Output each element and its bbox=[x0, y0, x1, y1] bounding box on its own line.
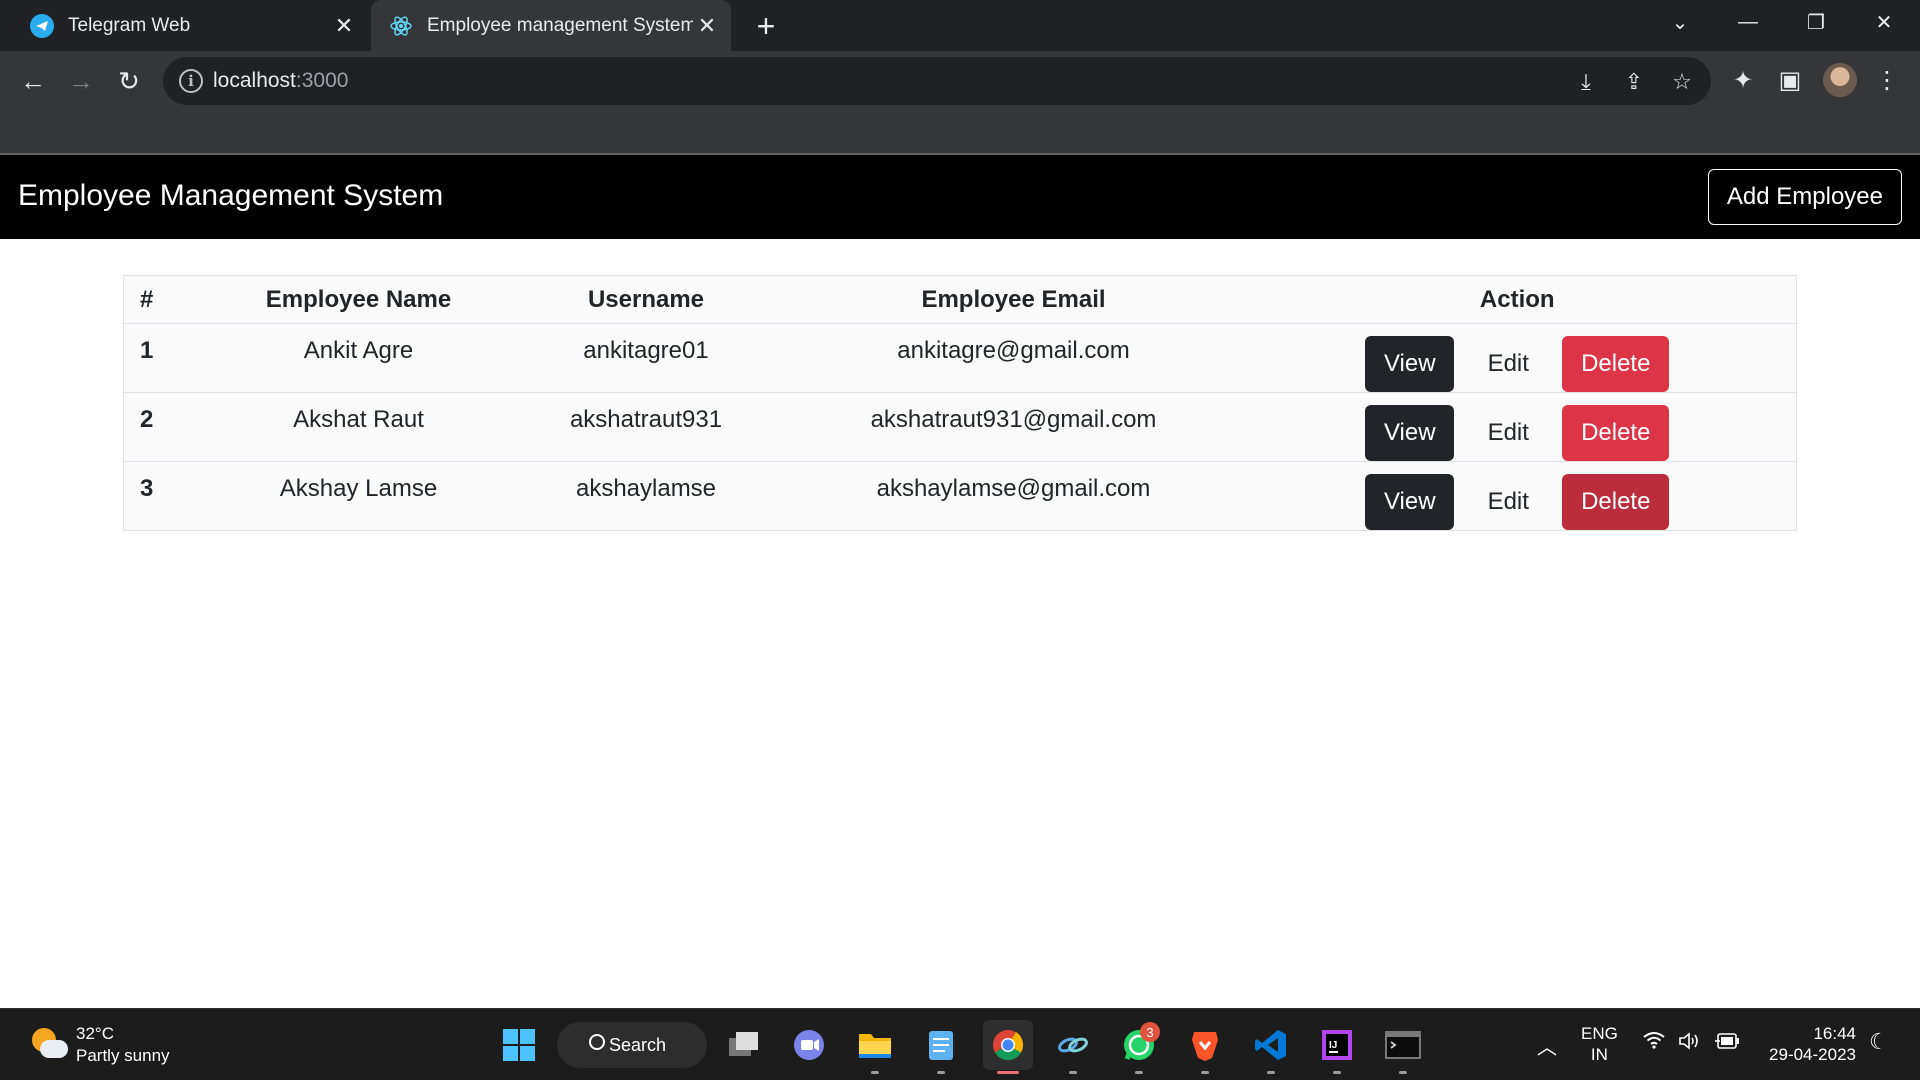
bookmark-star-icon[interactable]: ☆ bbox=[1669, 69, 1695, 95]
delete-button[interactable]: Delete bbox=[1562, 405, 1670, 461]
volume-icon[interactable] bbox=[1678, 1031, 1702, 1056]
view-button[interactable]: View bbox=[1365, 405, 1455, 461]
notepad-icon[interactable] bbox=[916, 1020, 966, 1074]
clock-date: 29-04-2023 bbox=[1769, 1045, 1856, 1064]
delete-button[interactable]: Delete bbox=[1562, 336, 1670, 392]
tab-title: Employee management System bbox=[427, 14, 693, 36]
weather-desc: Partly sunny bbox=[76, 1046, 170, 1065]
address-bar[interactable]: i localhost:3000 ⤓ ⇪ ☆ bbox=[163, 57, 1711, 105]
brave-icon[interactable] bbox=[1180, 1020, 1230, 1074]
tab-telegram[interactable]: Telegram Web ✕ bbox=[0, 0, 368, 51]
search-label: Search bbox=[609, 1034, 667, 1055]
view-button[interactable]: View bbox=[1365, 336, 1455, 392]
row-email: akshatraut931@gmail.com bbox=[788, 392, 1239, 462]
row-email: ankitagre@gmail.com bbox=[788, 323, 1239, 393]
edit-button[interactable]: Edit bbox=[1454, 336, 1562, 392]
row-name: Ankit Agre bbox=[213, 323, 504, 393]
whatsapp-icon[interactable]: 3 bbox=[1114, 1020, 1164, 1074]
column-header-id: # bbox=[123, 275, 214, 324]
clock-time: 16:44 bbox=[1813, 1024, 1856, 1043]
close-tab-icon[interactable]: ✕ bbox=[693, 12, 721, 40]
edit-button[interactable]: Edit bbox=[1454, 474, 1562, 530]
row-id: 1 bbox=[123, 323, 214, 393]
column-header-username: Username bbox=[503, 275, 789, 324]
notifications-moon-icon[interactable]: ☾ bbox=[1869, 1029, 1889, 1055]
row-name: Akshat Raut bbox=[213, 392, 504, 462]
column-header-action: Action bbox=[1238, 275, 1797, 324]
show-hidden-icons-chevron-icon[interactable]: ︿ bbox=[1537, 1031, 1557, 1060]
table-row: 3 Akshay Lamse akshaylamse akshaylamse@g… bbox=[124, 462, 1797, 531]
side-panel-icon[interactable]: ▣ bbox=[1775, 65, 1805, 95]
row-actions: View Edit Delete bbox=[1238, 323, 1797, 393]
battery-icon[interactable] bbox=[1714, 1032, 1740, 1055]
weather-widget[interactable]: 32°C Partly sunny bbox=[28, 1023, 170, 1067]
delete-button[interactable]: Delete bbox=[1562, 474, 1670, 530]
share-icon[interactable]: ⇪ bbox=[1621, 69, 1647, 95]
taskbar-search[interactable]: Search bbox=[557, 1022, 707, 1068]
table-header-row: # Employee Name Username Employee Email … bbox=[123, 275, 1797, 324]
menu-kebab-icon[interactable]: ⋮ bbox=[1872, 65, 1902, 95]
react-icon bbox=[389, 14, 413, 38]
forward-arrow-icon[interactable]: → bbox=[63, 63, 99, 99]
partly-sunny-icon bbox=[28, 1026, 68, 1064]
search-icon bbox=[589, 1034, 605, 1050]
notification-badge: 3 bbox=[1140, 1022, 1160, 1042]
wifi-icon[interactable] bbox=[1643, 1031, 1665, 1055]
row-username: ankitagre01 bbox=[503, 323, 789, 393]
close-window-button[interactable]: ✕ bbox=[1854, 0, 1914, 44]
row-name: Akshay Lamse bbox=[279, 475, 438, 502]
app-navbar: Employee Management System Add Employee bbox=[0, 155, 1920, 239]
row-actions: View Edit Delete bbox=[1238, 392, 1797, 462]
app-brand[interactable]: Employee Management System bbox=[18, 179, 443, 213]
row-username: akshaylamse bbox=[575, 475, 717, 502]
table-row: 2 Akshat Raut akshatraut931 akshatraut93… bbox=[123, 392, 1797, 462]
view-button[interactable]: View bbox=[1365, 474, 1455, 530]
profile-avatar[interactable] bbox=[1823, 63, 1857, 97]
tab-title: Telegram Web bbox=[68, 14, 191, 36]
site-info-icon[interactable]: i bbox=[179, 69, 203, 93]
lang-bottom: IN bbox=[1590, 1045, 1608, 1064]
lang-top: ENG bbox=[1581, 1024, 1618, 1043]
tab-search-chevron-icon[interactable]: ⌄ bbox=[1650, 0, 1710, 44]
vscode-icon[interactable] bbox=[1246, 1020, 1296, 1074]
column-header-name: Employee Name bbox=[213, 275, 504, 324]
teams-chat-icon[interactable] bbox=[784, 1020, 834, 1070]
row-username: akshatraut931 bbox=[503, 392, 789, 462]
link-app-icon[interactable] bbox=[1048, 1020, 1098, 1074]
row-id: 3 bbox=[140, 475, 154, 502]
task-view-icon[interactable] bbox=[719, 1020, 769, 1070]
row-email: akshaylamse@gmail.com bbox=[876, 475, 1151, 502]
windows-taskbar: 32°C Partly sunny Search 3 IJ ︿ ENG IN 1… bbox=[0, 1008, 1920, 1080]
clock[interactable]: 16:44 29-04-2023 bbox=[1760, 1023, 1856, 1065]
row-actions: View Edit Delete bbox=[1239, 462, 1797, 531]
browser-toolbar: ← → ↻ i localhost:3000 ⤓ ⇪ ☆ ✦ ▣ ⋮ bbox=[0, 51, 1920, 155]
browser-tabstrip: Telegram Web ✕ Employee management Syste… bbox=[0, 0, 1920, 51]
chrome-icon[interactable] bbox=[983, 1020, 1033, 1074]
table-row: 1 Ankit Agre ankitagre01 ankitagre@gmail… bbox=[123, 323, 1797, 393]
intellij-icon[interactable]: IJ bbox=[1312, 1020, 1362, 1074]
new-tab-button[interactable]: + bbox=[748, 8, 784, 44]
terminal-icon[interactable] bbox=[1378, 1020, 1428, 1074]
restore-button[interactable]: ❐ bbox=[1786, 0, 1846, 44]
svg-text:IJ: IJ bbox=[1329, 1040, 1337, 1051]
reload-icon[interactable]: ↻ bbox=[111, 63, 147, 99]
file-explorer-icon[interactable] bbox=[850, 1020, 900, 1074]
close-tab-icon[interactable]: ✕ bbox=[330, 12, 358, 40]
column-header-email: Employee Email bbox=[788, 275, 1239, 324]
telegram-icon bbox=[30, 13, 54, 38]
extensions-puzzle-icon[interactable]: ✦ bbox=[1728, 65, 1758, 95]
minimize-button[interactable]: — bbox=[1718, 0, 1778, 44]
back-arrow-icon[interactable]: ← bbox=[15, 63, 51, 99]
weather-temp: 32°C bbox=[76, 1024, 114, 1043]
tab-employee-system[interactable]: Employee management System ✕ bbox=[371, 0, 731, 51]
install-app-icon[interactable]: ⤓ bbox=[1573, 69, 1599, 95]
add-employee-button[interactable]: Add Employee bbox=[1707, 169, 1902, 225]
language-indicator[interactable]: ENG IN bbox=[1581, 1023, 1618, 1065]
edit-button[interactable]: Edit bbox=[1454, 405, 1562, 461]
url-text[interactable]: localhost:3000 bbox=[213, 69, 348, 93]
start-windows-icon[interactable] bbox=[494, 1020, 544, 1070]
employee-table: # Employee Name Username Employee Email … bbox=[123, 275, 1797, 531]
row-id: 2 bbox=[123, 392, 214, 462]
